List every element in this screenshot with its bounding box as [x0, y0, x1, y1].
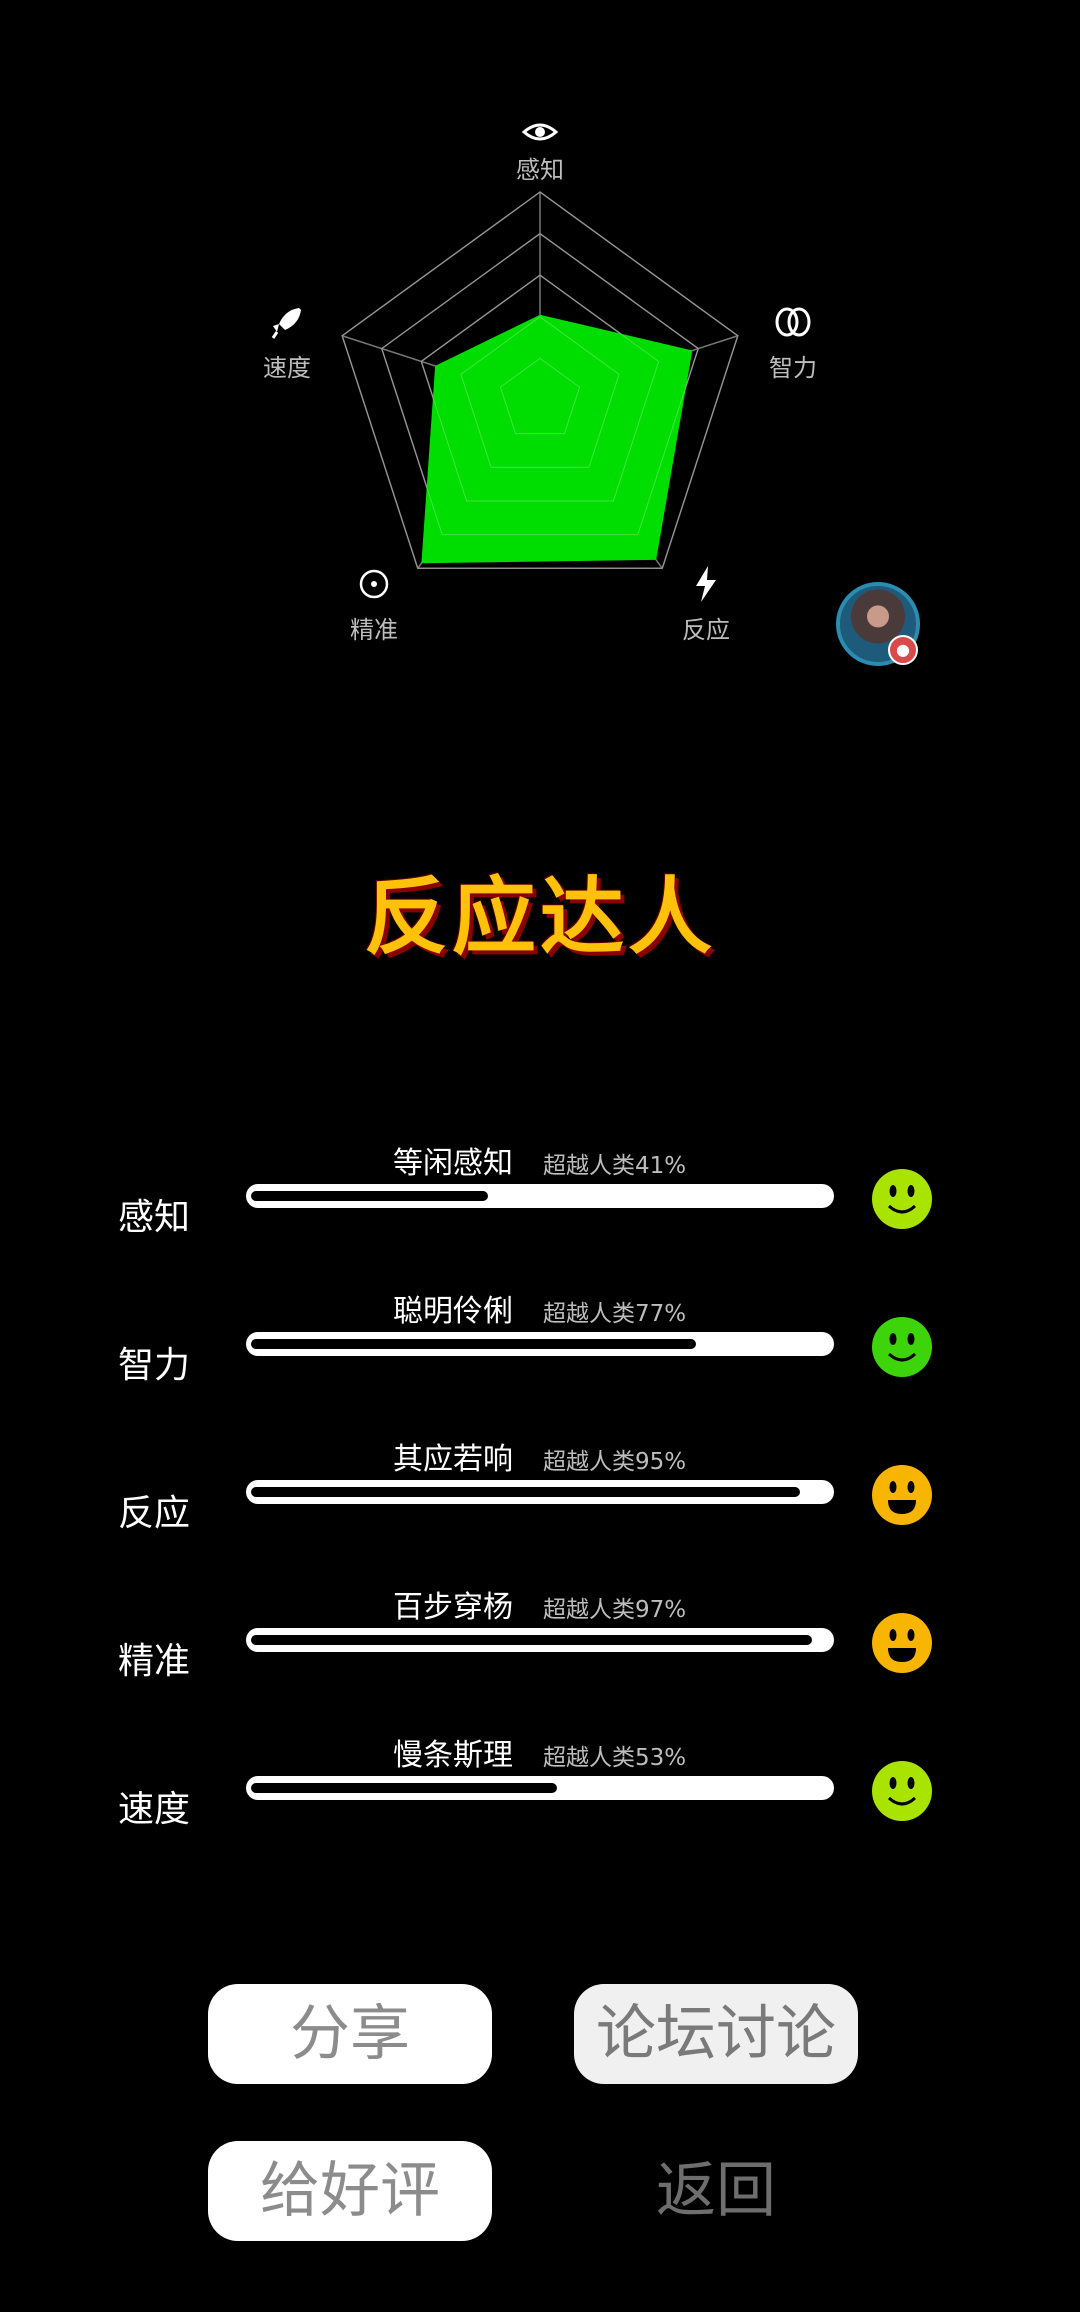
share-button[interactable]: 分享	[208, 1984, 492, 2084]
rate-button[interactable]: 给好评	[208, 2141, 492, 2241]
axis-label-speed: 速度	[263, 354, 311, 382]
progress-fill	[251, 1191, 488, 1201]
stat-label: 感知	[118, 1197, 191, 1238]
stat-label: 智力	[118, 1345, 191, 1386]
stat-row-reaction: 反应 其应若响 超越人类95%	[0, 1434, 1080, 1554]
stat-percent-text: 超越人类95%	[543, 1449, 687, 1475]
progress-bar	[246, 1480, 834, 1504]
stat-description: 等闲感知	[393, 1146, 513, 1181]
smiley-face-icon	[871, 1316, 933, 1378]
radar-value-area	[421, 314, 693, 564]
stat-description: 慢条斯理	[393, 1738, 513, 1773]
progress-fill	[251, 1487, 800, 1497]
axis-label-intellect: 智力	[769, 354, 817, 382]
progress-fill	[251, 1783, 557, 1793]
progress-fill	[251, 1339, 696, 1349]
progress-fill	[251, 1635, 812, 1645]
stat-description: 其应若响	[393, 1442, 513, 1477]
rocket-icon	[267, 302, 307, 342]
radar-svg	[341, 191, 739, 570]
stat-row-speed: 速度 慢条斯理 超越人类53%	[0, 1730, 1080, 1850]
stat-row-perception: 感知 等闲感知 超越人类41%	[0, 1138, 1080, 1258]
stat-description: 聪明伶俐	[393, 1294, 513, 1329]
result-title: 反应达人	[363, 868, 716, 966]
progress-bar	[246, 1776, 834, 1800]
radar-chart: 感知 智力 反应 精准 速度	[0, 0, 1080, 680]
stat-percent-text: 超越人类77%	[543, 1301, 687, 1327]
eye-icon	[520, 112, 560, 152]
stat-label: 反应	[118, 1493, 191, 1534]
stat-percent-text: 超越人类53%	[543, 1745, 687, 1771]
stat-label: 速度	[118, 1789, 191, 1830]
lightning-icon	[686, 564, 726, 604]
stat-percent-text: 超越人类97%	[543, 1597, 687, 1623]
progress-bar	[246, 1628, 834, 1652]
grin-face-icon	[871, 1612, 933, 1674]
axis-label-reaction: 反应	[682, 616, 730, 644]
progress-bar	[246, 1332, 834, 1356]
stat-label: 精准	[118, 1641, 191, 1682]
stat-row-intellect: 智力 聪明伶俐 超越人类77%	[0, 1286, 1080, 1406]
stat-percent-text: 超越人类41%	[543, 1153, 687, 1179]
brain-icon	[773, 302, 813, 342]
back-button[interactable]: 返回	[574, 2141, 858, 2241]
microphone-icon[interactable]: ●	[888, 635, 918, 665]
smiley-face-icon	[871, 1168, 933, 1230]
stat-description: 百步穿杨	[393, 1590, 513, 1625]
axis-label-precision: 精准	[350, 616, 398, 644]
forum-discussion-button[interactable]: 论坛讨论	[574, 1984, 858, 2084]
smiley-face-icon	[871, 1760, 933, 1822]
target-icon	[354, 564, 394, 604]
axis-label-perception: 感知	[516, 156, 564, 184]
grin-face-icon	[871, 1464, 933, 1526]
progress-bar	[246, 1184, 834, 1208]
stat-row-precision: 精准 百步穿杨 超越人类97%	[0, 1582, 1080, 1702]
